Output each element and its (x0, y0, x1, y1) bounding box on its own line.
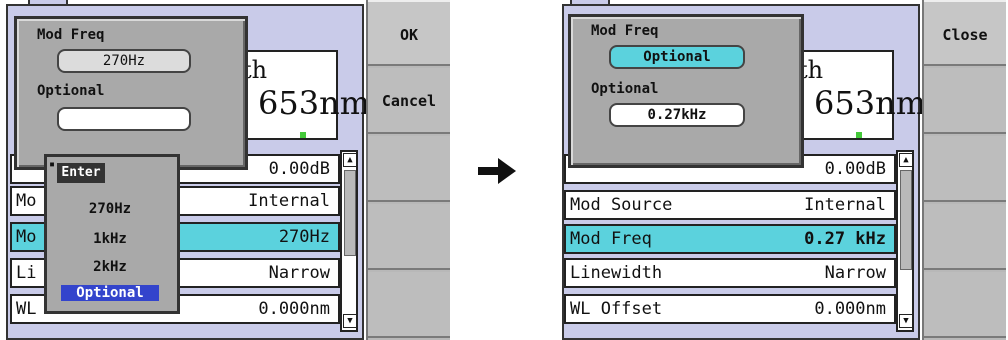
scrollbar[interactable]: ▲ ▼ (340, 150, 358, 332)
mod-freq-value: 270Hz (278, 227, 330, 247)
linewidth-value: Narrow (824, 263, 886, 283)
option-270hz[interactable]: 270Hz (61, 201, 159, 217)
level-value: 0.00dB (824, 159, 886, 179)
dialog-mod-freq-label: Mod Freq (591, 23, 659, 39)
mod-freq-label: Mod Freq (570, 229, 652, 249)
indicator-mark (300, 132, 306, 138)
scroll-down-icon[interactable]: ▼ (343, 314, 357, 328)
popup-title: Enter (57, 163, 105, 183)
wl-offset-label: WL (16, 299, 37, 319)
mod-freq-dialog: Mod Freq Optional Optional 0.27kHz (568, 14, 804, 168)
option-optional[interactable]: Optional (61, 285, 159, 301)
dialog-optional-label: Optional (591, 81, 659, 97)
popup-corner-icon: ▪ (49, 159, 56, 170)
mod-source-value: Internal (248, 191, 330, 211)
linewidth-value: Narrow (268, 263, 330, 283)
option-2khz[interactable]: 2kHz (61, 259, 159, 275)
indicator-mark (856, 132, 862, 138)
close-button[interactable]: Close (924, 0, 1006, 66)
softkey-4[interactable] (924, 204, 1006, 270)
mod-source-row[interactable]: Mod Source Internal (564, 190, 896, 220)
option-1khz[interactable]: 1kHz (61, 231, 159, 247)
dialog-mod-freq-label: Mod Freq (37, 27, 105, 43)
wl-offset-value: 0.000nm (814, 299, 886, 319)
softkey-2[interactable] (924, 68, 1006, 134)
wl-offset-row[interactable]: WL Offset 0.000nm (564, 294, 896, 324)
softkey-3[interactable] (368, 136, 450, 202)
wavelength-reading: 653nm (258, 84, 371, 122)
enter-popup: ▪ Enter 270Hz 1kHz 2kHz Optional (44, 154, 180, 314)
cancel-button[interactable]: Cancel (368, 68, 450, 134)
mod-freq-field[interactable]: Optional (609, 45, 745, 69)
ok-button[interactable]: OK (368, 0, 450, 66)
softkey-panel: OK Cancel (366, 0, 450, 340)
mod-freq-row[interactable]: Mod Freq 0.27 kHz (564, 224, 896, 254)
softkey-5[interactable] (368, 272, 450, 338)
mod-freq-label: Mo (16, 227, 37, 247)
scroll-down-icon[interactable]: ▼ (899, 314, 913, 328)
level-value: 0.00dB (268, 159, 330, 179)
right-arrow-icon (478, 158, 516, 184)
wl-offset-value: 0.000nm (258, 299, 330, 319)
softkey-4[interactable] (368, 204, 450, 270)
wl-offset-label: WL Offset (570, 299, 663, 319)
linewidth-label: Li (16, 263, 37, 283)
softkey-3[interactable] (924, 136, 1006, 202)
mod-freq-field[interactable]: 270Hz (57, 49, 191, 73)
scroll-thumb[interactable] (344, 170, 356, 256)
mod-source-label: Mod Source (570, 195, 673, 215)
linewidth-row[interactable]: Linewidth Narrow (564, 258, 896, 288)
scroll-thumb[interactable] (900, 170, 912, 270)
scrollbar[interactable]: ▲ ▼ (896, 150, 914, 332)
softkey-5[interactable] (924, 272, 1006, 338)
after-screen: th 653nm 0.00dB Mod Source Internal Mod … (556, 0, 1008, 340)
optional-field[interactable]: 0.27kHz (609, 103, 745, 127)
wavelength-reading: 653nm (814, 84, 927, 122)
optional-field[interactable] (57, 107, 191, 131)
softkey-panel: Close (922, 0, 1006, 340)
mod-freq-value: 0.27 kHz (804, 229, 886, 249)
scroll-up-icon[interactable]: ▲ (899, 153, 913, 167)
mod-source-value: Internal (804, 195, 886, 215)
mod-freq-dialog: Mod Freq 270Hz Optional (14, 16, 248, 170)
linewidth-label: Linewidth (570, 263, 663, 283)
mod-source-label: Mo (16, 191, 37, 211)
scroll-up-icon[interactable]: ▲ (343, 153, 357, 167)
before-screen: th 653nm 0.00dB Mo Internal Mo 270Hz Li … (0, 0, 450, 340)
dialog-optional-label: Optional (37, 83, 105, 99)
